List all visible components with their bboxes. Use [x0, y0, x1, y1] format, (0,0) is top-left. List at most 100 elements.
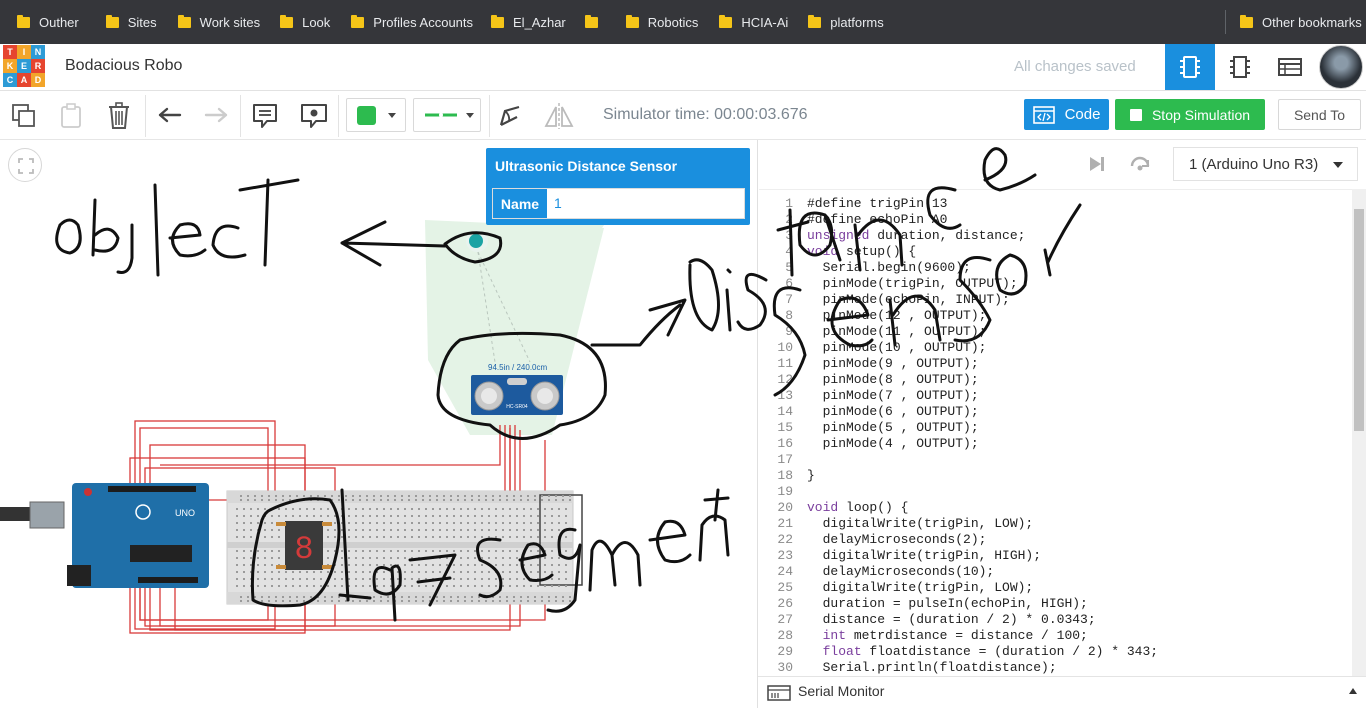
code-line[interactable]: 27 distance = (duration / 2) * 0.0343; [759, 612, 1352, 628]
code-text: float floatdistance = (duration / 2) * 3… [822, 644, 1159, 659]
schematic-view-button[interactable] [1215, 44, 1265, 90]
bookmark-folder[interactable]: Profiles Accounts [351, 14, 473, 30]
editor-scrollbar[interactable] [1352, 189, 1366, 676]
delete-button[interactable] [104, 101, 134, 131]
logo-letter: I [17, 45, 31, 59]
list-icon [1278, 58, 1302, 76]
code-line[interactable]: 9 pinMode(11 , OUTPUT); [759, 324, 1352, 340]
scrollbar-thumb[interactable] [1354, 209, 1364, 431]
bookmark-label: HCIA-Ai [741, 14, 789, 30]
copy-button[interactable] [9, 101, 39, 131]
code-line[interactable]: 1 #define trigPin 13 [759, 196, 1352, 212]
code-line[interactable]: 12 pinMode(8 , OUTPUT); [759, 372, 1352, 388]
undo-button[interactable] [155, 101, 185, 131]
code-line[interactable]: 24 delayMicroseconds(10); [759, 564, 1352, 580]
code-editor[interactable]: 1 #define trigPin 13 2 #define echoPin A0 3 u… [759, 189, 1352, 676]
wire-style-dropdown[interactable] [413, 98, 481, 132]
line-number: 6 [785, 276, 793, 291]
line-number: 11 [777, 356, 793, 371]
code-line[interactable]: 29 float floatdistance = (duration / 2) … [759, 644, 1352, 660]
restart-button[interactable] [1128, 152, 1152, 176]
code-line[interactable]: 6 pinMode(trigPin, OUTPUT); [759, 276, 1352, 292]
redo-button[interactable] [201, 101, 231, 131]
chip-icon [1180, 56, 1200, 78]
editor-toolbar: Simulator time: 00:00:03.676 Code Stop S… [0, 91, 1366, 140]
code-line[interactable]: 17 [759, 452, 1352, 468]
other-bookmarks[interactable]: Other bookmarks [1240, 0, 1362, 44]
logo-letter: A [17, 73, 31, 87]
code-line[interactable]: 7 pinMode(echoPin, INPUT); [759, 292, 1352, 308]
flip-button[interactable] [544, 101, 574, 131]
toggle-notes-visibility-button[interactable] [299, 101, 329, 131]
stop-icon [1129, 108, 1142, 121]
code-line[interactable]: 15 pinMode(5 , OUTPUT); [759, 420, 1352, 436]
fill-color-dropdown[interactable] [346, 98, 406, 132]
component-list-button[interactable] [1265, 44, 1315, 90]
code-line[interactable]: 14 pinMode(6 , OUTPUT); [759, 404, 1352, 420]
line-number: 5 [785, 260, 793, 275]
avatar[interactable] [1319, 45, 1363, 89]
code-line[interactable]: 18} [759, 468, 1352, 484]
code-line[interactable]: 23 digitalWrite(trigPin, HIGH); [759, 548, 1352, 564]
code-line[interactable]: 4 void setup() { [759, 244, 1352, 260]
bookmark-folder[interactable]: Look [280, 14, 330, 30]
chevron-up-icon [1349, 688, 1357, 694]
line-number: 17 [777, 452, 793, 467]
circuit-view-button[interactable] [1165, 44, 1215, 90]
code-line[interactable]: 26 duration = pulseIn(echoPin, HIGH); [759, 596, 1352, 612]
board-selector[interactable]: 1 (Arduino Uno R3) [1173, 147, 1358, 181]
logo-letter: D [31, 73, 45, 87]
name-input[interactable]: 1 [554, 195, 562, 211]
send-to-button[interactable]: Send To [1278, 99, 1361, 130]
folder-icon [17, 14, 30, 28]
circuit-canvas[interactable]: 8 UNO 94.5in / 240.0cm HC-SR04 [0, 140, 757, 708]
code-text: pinMode(10 , OUTPUT); [807, 340, 987, 355]
bookmark-folder[interactable]: Sites [105, 14, 157, 30]
bookmark-folder[interactable] [584, 14, 607, 28]
code-line[interactable]: 30 Serial.println(floatdistance); [759, 660, 1352, 676]
code-line[interactable]: 28 int metrdistance = distance / 100; [759, 628, 1352, 644]
toolbar-divider [240, 95, 241, 137]
step-button[interactable] [1085, 153, 1107, 175]
code-line[interactable]: 25 digitalWrite(trigPin, LOW); [759, 580, 1352, 596]
line-number: 13 [777, 388, 793, 403]
code-line[interactable]: 13 pinMode(7 , OUTPUT); [759, 388, 1352, 404]
project-title[interactable]: Bodacious Robo [65, 57, 182, 75]
code-line[interactable]: 3 unsigned duration, distance; [759, 228, 1352, 244]
code-line[interactable]: 5 Serial.begin(9600); [759, 260, 1352, 276]
paste-button[interactable] [56, 101, 86, 131]
rotate-button[interactable] [495, 101, 525, 131]
code-line[interactable]: 2 #define echoPin A0 [759, 212, 1352, 228]
bookmark-folder[interactable]: HCIA-Ai [719, 14, 789, 30]
logo-letter: K [3, 59, 17, 73]
name-field-row: Name 1 [492, 188, 745, 219]
code-line[interactable]: 20 void loop() { [759, 500, 1352, 516]
code-line[interactable]: 10 pinMode(10 , OUTPUT); [759, 340, 1352, 356]
code-line[interactable]: 19 [759, 484, 1352, 500]
tinkercad-logo[interactable]: T I N K E R C A D [3, 45, 45, 88]
code-line[interactable]: 16 pinMode(4 , OUTPUT); [759, 436, 1352, 452]
line-number: 22 [777, 532, 793, 547]
stop-simulation-label: Stop Simulation [1151, 106, 1251, 123]
serial-monitor-bar[interactable]: Serial Monitor [758, 676, 1366, 708]
code-line[interactable]: 11 pinMode(9 , OUTPUT); [759, 356, 1352, 372]
code-line[interactable]: 21 digitalWrite(trigPin, LOW); [759, 516, 1352, 532]
line-number: 2 [785, 212, 793, 227]
line-number: 20 [777, 500, 793, 515]
bookmark-folder[interactable]: Outher [17, 14, 79, 30]
code-line[interactable]: 22 delayMicroseconds(2); [759, 532, 1352, 548]
code-text: duration = pulseIn(echoPin, HIGH); [807, 596, 1088, 611]
bookmark-folder[interactable]: Work sites [177, 14, 260, 30]
stop-simulation-button[interactable]: Stop Simulation [1115, 99, 1265, 130]
bookmark-folder[interactable]: platforms [808, 14, 884, 30]
arduino-uno[interactable] [72, 483, 209, 588]
line-number: 27 [777, 612, 793, 627]
notes-button[interactable] [250, 101, 280, 131]
code-text: unsigned duration, distance; [807, 228, 1026, 243]
bookmark-folder[interactable]: Robotics [625, 14, 698, 30]
line-number: 4 [785, 244, 793, 259]
bookmark-folder[interactable]: El_Azhar [491, 14, 566, 30]
sensor-model: HC-SR04 [506, 404, 528, 410]
code-button[interactable]: Code [1024, 99, 1109, 130]
code-line[interactable]: 8 pinMode(12 , OUTPUT); [759, 308, 1352, 324]
